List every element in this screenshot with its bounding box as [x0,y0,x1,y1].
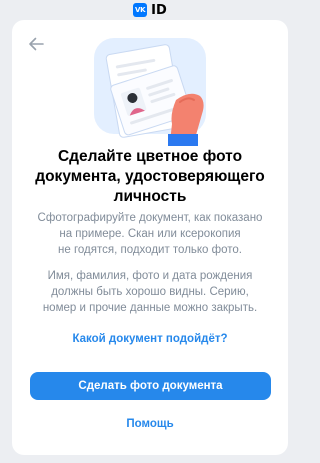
arrow-left-icon [29,37,44,51]
vk-logo-icon: VK [133,3,148,17]
back-button[interactable] [24,32,48,56]
take-photo-button[interactable]: Сделать фото документа [30,372,271,400]
instruction-paragraph-2: Имя, фамилия, фото и дата рождения должн… [42,270,258,314]
brand-name: ID [151,2,167,18]
page-title: Сделайте цветное фото документа, удостов… [35,148,265,205]
help-link[interactable]: Помощь [12,418,288,430]
document-photo-card: Сделайте цветное фото документа, удостов… [12,20,288,455]
instruction-paragraph-1: Сфотографируйте документ, как показано н… [37,212,263,256]
which-document-link[interactable]: Какой документ подойдёт? [12,333,288,345]
top-brand-bar: VK ID [0,0,300,20]
passport-in-hand-illustration [94,38,206,146]
